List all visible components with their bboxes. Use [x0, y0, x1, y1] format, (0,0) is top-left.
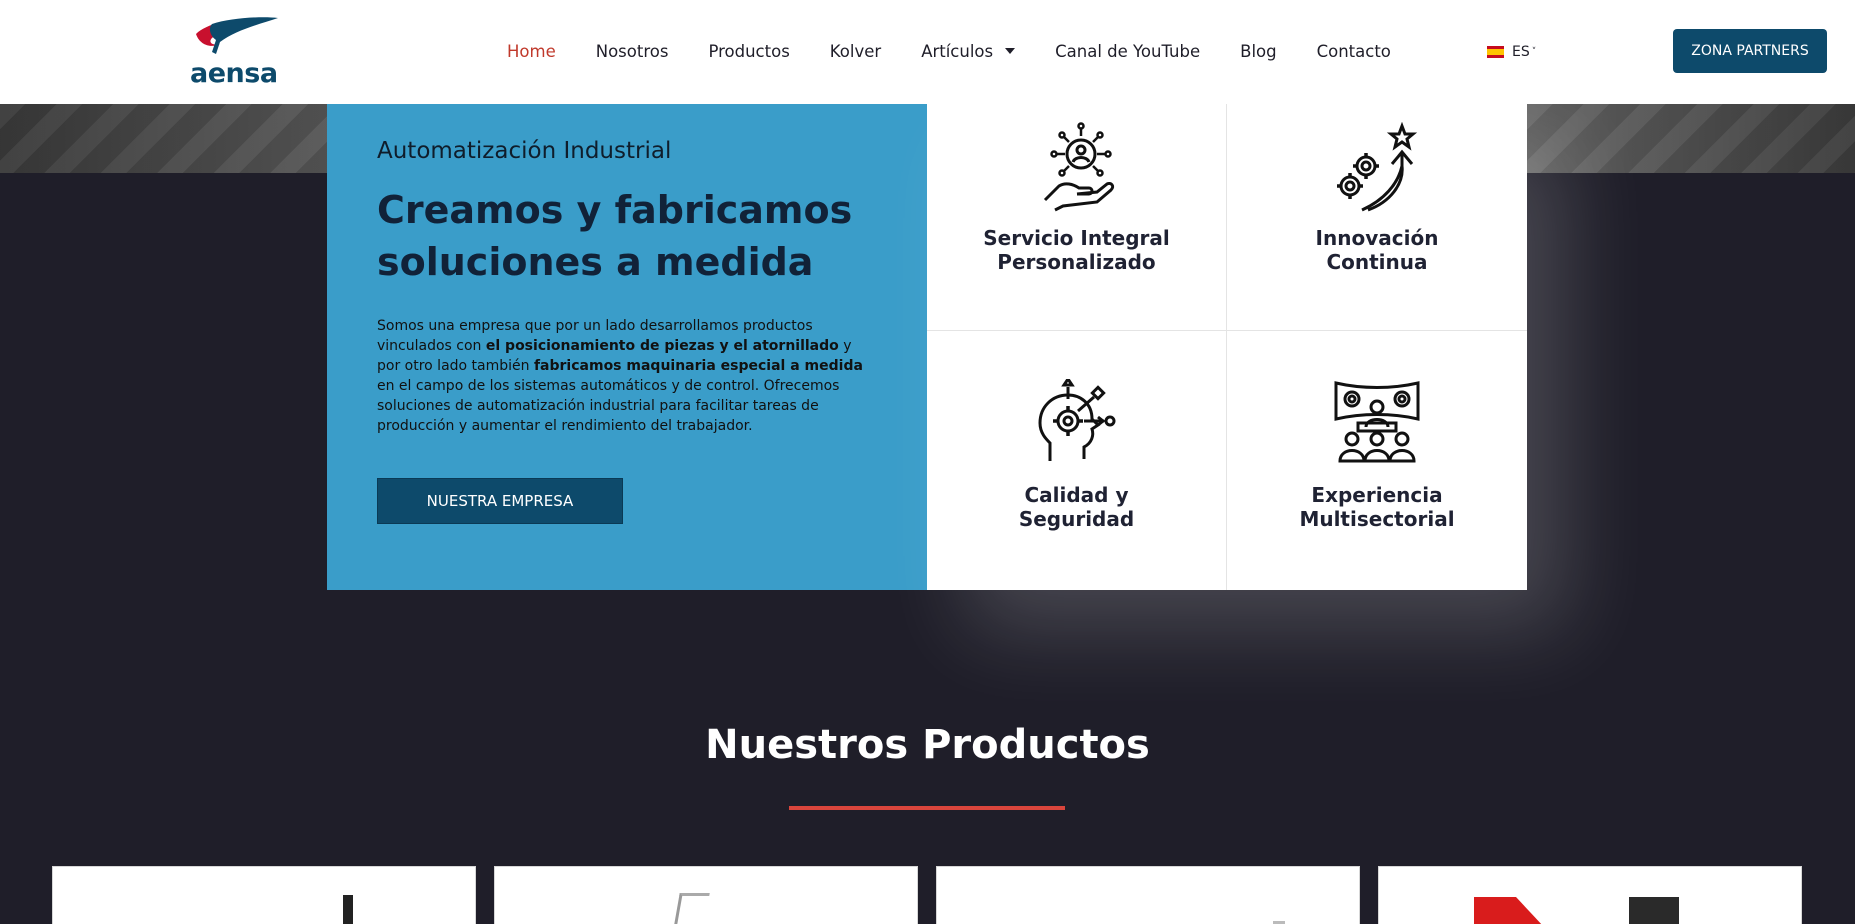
- nav-youtube[interactable]: Canal de YouTube: [1055, 42, 1200, 61]
- intro-card: Automatización Industrial Creamos y fabr…: [327, 104, 927, 590]
- chevron-down-icon: [1005, 48, 1016, 54]
- feature-label: Experiencia Multisectorial: [1299, 483, 1455, 531]
- products-heading: Nuestros Productos: [705, 722, 1150, 768]
- product-image: [1474, 897, 1544, 924]
- feature-servicio: Servicio Integral Personalizado: [927, 104, 1227, 331]
- nav-articulos-label: Artículos: [921, 41, 994, 61]
- product-card[interactable]: [936, 866, 1360, 924]
- head-gear-icon: [1037, 379, 1115, 461]
- nav-kolver[interactable]: Kolver: [830, 42, 881, 61]
- zona-partners-button[interactable]: ZONA PARTNERS: [1673, 29, 1827, 73]
- spain-flag-icon: [1487, 46, 1504, 58]
- audience-screen-icon: [1334, 381, 1420, 463]
- intro-title: Creamos y fabricamos soluciones a medida: [377, 188, 853, 284]
- nav-nosotros[interactable]: Nosotros: [596, 42, 669, 61]
- intro-paragraph: Somos una empresa que por un lado desarr…: [377, 316, 877, 436]
- nav-blog[interactable]: Blog: [1240, 42, 1276, 61]
- nav-home[interactable]: Home: [507, 42, 556, 61]
- intro-text-bold: fabricamos maquinaria especial a medida: [533, 358, 863, 374]
- intro-subtitle: Automatización Industrial: [377, 138, 672, 164]
- feature-experiencia: Experiencia Multisectorial: [1227, 331, 1527, 590]
- main-nav: Home Nosotros Productos Kolver Artículos…: [507, 38, 1431, 64]
- logo-swoosh-icon: [196, 17, 278, 54]
- intro-text-part: en el campo de los sistemas automáticos …: [377, 378, 840, 434]
- product-image: [670, 893, 710, 924]
- feature-innovacion: Innovación Continua: [1227, 104, 1527, 331]
- product-image: [1629, 897, 1679, 924]
- aensa-logo[interactable]: aensa: [190, 14, 284, 90]
- gears-arrow-star-icon: [1337, 122, 1418, 212]
- heading-underline: [789, 806, 1065, 810]
- product-image: [343, 895, 353, 924]
- chevron-down-icon: ˅: [1531, 47, 1537, 57]
- nav-contacto[interactable]: Contacto: [1317, 42, 1391, 61]
- product-card[interactable]: [494, 866, 918, 924]
- nuestra-empresa-button[interactable]: NUESTRA EMPRESA: [377, 478, 623, 524]
- feature-label: Servicio Integral Personalizado: [983, 226, 1170, 274]
- hand-gear-person-icon: [1043, 122, 1114, 212]
- nav-productos[interactable]: Productos: [708, 42, 789, 61]
- language-selector[interactable]: ES ˅: [1487, 44, 1536, 60]
- feature-label: Innovación Continua: [1315, 226, 1439, 274]
- product-card[interactable]: [1378, 866, 1802, 924]
- language-code: ES: [1512, 44, 1530, 60]
- product-card[interactable]: [52, 866, 476, 924]
- feature-label: Calidad y Seguridad: [1018, 483, 1135, 531]
- site-header: aensa Home Nosotros Productos Kolver Art…: [0, 0, 1855, 104]
- nav-articulos[interactable]: Artículos: [921, 41, 1016, 61]
- feature-calidad: Calidad y Seguridad: [927, 331, 1227, 590]
- features-grid: Servicio Integral Personalizado Innovaci…: [927, 104, 1527, 590]
- logo-text: aensa: [190, 58, 278, 89]
- intro-text-bold: el posicionamiento de piezas y el atorni…: [485, 338, 839, 354]
